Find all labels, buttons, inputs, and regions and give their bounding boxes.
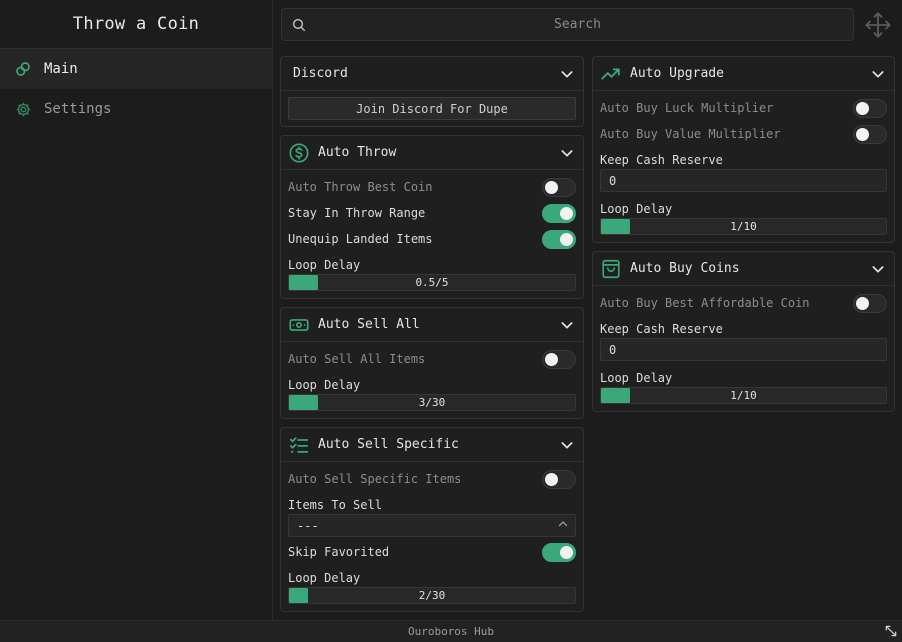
footer: Ouroboros Hub (0, 620, 902, 642)
stay-in-throw-range-toggle[interactable] (542, 203, 576, 223)
auto-buy-coins-header[interactable]: Auto Buy Coins (593, 252, 894, 286)
sidebar: Throw a Coin Main Settings (0, 0, 273, 620)
auto-buy-value-multiplier-toggle[interactable] (853, 124, 887, 144)
section-title: Auto Throw (318, 145, 397, 160)
search-icon (291, 17, 307, 33)
skip-favorited-row: Skip Favorited (288, 539, 576, 565)
skip-favorited-toggle[interactable] (542, 542, 576, 562)
checklist-icon (288, 434, 310, 456)
auto-sell-all-loop-delay-slider[interactable]: 3/30 (288, 394, 576, 411)
left-column: Discord Join Discord For Dupe Auto Throw (280, 56, 584, 620)
app-window: Throw a Coin Main Settings Search Discor… (0, 0, 902, 642)
auto-throw-section: Auto Throw Auto Throw Best Coin Stay In … (280, 135, 584, 299)
auto-buy-coins-loop-delay-slider[interactable]: 1/10 (600, 387, 887, 404)
unequip-landed-items-row: Unequip Landed Items (288, 226, 576, 252)
gear-icon (14, 100, 32, 118)
stay-in-throw-range-row: Stay In Throw Range (288, 200, 576, 226)
sidebar-item-settings[interactable]: Settings (0, 89, 272, 129)
link-icon (14, 60, 32, 78)
auto-throw-best-coin-row: Auto Throw Best Coin (288, 174, 576, 200)
chevron-down-icon[interactable] (559, 66, 575, 82)
toggle-label: Auto Sell Specific Items (288, 472, 462, 486)
auto-sell-specific-header[interactable]: Auto Sell Specific (281, 428, 583, 462)
toggle-label: Auto Sell All Items (288, 352, 426, 366)
shopping-bag-icon (600, 258, 622, 280)
toggle-label: Auto Buy Best Affordable Coin (600, 296, 810, 310)
sidebar-item-main[interactable]: Main (0, 49, 272, 89)
slider-value: 0.5/5 (415, 276, 449, 289)
loop-delay-label: Loop Delay (600, 202, 673, 216)
auto-sell-all-items-toggle[interactable] (542, 349, 576, 369)
chevron-down-icon[interactable] (870, 261, 886, 277)
dropdown-value: --- (297, 518, 319, 533)
toggle-label: Auto Buy Value Multiplier (600, 127, 781, 141)
banknote-icon (288, 314, 310, 336)
auto-sell-specific-loop-delay-slider[interactable]: 2/30 (288, 587, 576, 604)
search-input[interactable] (312, 9, 843, 40)
join-discord-button[interactable]: Join Discord For Dupe (288, 97, 576, 120)
toggle-label: Auto Buy Luck Multiplier (600, 101, 774, 115)
auto-sell-all-header[interactable]: Auto Sell All (281, 308, 583, 342)
loop-delay-label: Loop Delay (600, 371, 673, 385)
keep-cash-reserve-input[interactable]: 0 (600, 169, 887, 192)
chevron-down-icon[interactable] (559, 317, 575, 333)
chevron-down-icon[interactable] (870, 66, 886, 82)
auto-sell-all-section: Auto Sell All Auto Sell All Items Loop D… (280, 307, 584, 419)
auto-buy-luck-multiplier-toggle[interactable] (853, 98, 887, 118)
trending-up-icon (600, 63, 622, 85)
auto-sell-specific-items-row: Auto Sell Specific Items (288, 466, 576, 492)
auto-throw-best-coin-toggle[interactable] (542, 177, 576, 197)
auto-sell-all-items-row: Auto Sell All Items (288, 346, 576, 372)
auto-buy-value-multiplier-row: Auto Buy Value Multiplier (600, 121, 887, 147)
loop-delay-label: Loop Delay (288, 571, 361, 585)
chevron-up-icon (557, 518, 569, 533)
auto-upgrade-section: Auto Upgrade Auto Buy Luck Multiplier Au… (592, 56, 895, 243)
app-title: Throw a Coin (0, 0, 272, 49)
footer-label: Ouroboros Hub (407, 625, 495, 638)
resize-icon[interactable] (884, 624, 898, 638)
chevron-down-icon[interactable] (559, 437, 575, 453)
toggle-label: Skip Favorited (288, 545, 390, 559)
search-box[interactable] (281, 8, 854, 41)
unequip-landed-items-toggle[interactable] (542, 229, 576, 249)
section-title: Discord (293, 66, 348, 81)
auto-throw-loop-delay-slider[interactable]: 0.5/5 (288, 274, 576, 291)
items-to-sell-label: Items To Sell (288, 498, 382, 512)
auto-sell-specific-items-toggle[interactable] (542, 469, 576, 489)
auto-sell-specific-section: Auto Sell Specific Auto Sell Specific It… (280, 427, 584, 612)
section-title: Auto Sell Specific (318, 437, 459, 452)
slider-value: 3/30 (418, 396, 446, 409)
right-column: Auto Upgrade Auto Buy Luck Multiplier Au… (592, 56, 895, 420)
keep-cash-reserve-label: Keep Cash Reserve (600, 153, 723, 167)
keep-cash-reserve-input[interactable]: 0 (600, 338, 887, 361)
toggle-label: Auto Throw Best Coin (288, 180, 433, 194)
move-icon[interactable] (864, 11, 892, 39)
auto-buy-luck-multiplier-row: Auto Buy Luck Multiplier (600, 95, 887, 121)
sidebar-item-label: Main (44, 61, 78, 77)
section-title: Auto Buy Coins (630, 261, 740, 276)
auto-upgrade-header[interactable]: Auto Upgrade (593, 57, 894, 91)
slider-value: 1/10 (730, 389, 757, 402)
toggle-label: Stay In Throw Range (288, 206, 426, 220)
auto-buy-best-affordable-coin-row: Auto Buy Best Affordable Coin (600, 290, 887, 316)
slider-value: 1/10 (730, 220, 757, 233)
auto-buy-best-affordable-coin-toggle[interactable] (853, 293, 887, 313)
dollar-circle-icon (288, 142, 310, 164)
items-to-sell-dropdown[interactable]: --- (288, 514, 576, 537)
chevron-down-icon[interactable] (559, 145, 575, 161)
auto-upgrade-loop-delay-slider[interactable]: 1/10 (600, 218, 887, 235)
auto-buy-coins-section: Auto Buy Coins Auto Buy Best Affordable … (592, 251, 895, 412)
loop-delay-label: Loop Delay (288, 378, 361, 392)
section-title: Auto Sell All (318, 317, 420, 332)
discord-section: Discord Join Discord For Dupe (280, 56, 584, 127)
keep-cash-reserve-label: Keep Cash Reserve (600, 322, 723, 336)
section-title: Auto Upgrade (630, 66, 724, 81)
auto-throw-header[interactable]: Auto Throw (281, 136, 583, 170)
sidebar-item-label: Settings (44, 101, 112, 117)
toggle-label: Unequip Landed Items (288, 232, 433, 246)
loop-delay-label: Loop Delay (288, 258, 361, 272)
discord-header[interactable]: Discord (281, 57, 583, 91)
slider-value: 2/30 (418, 589, 446, 602)
